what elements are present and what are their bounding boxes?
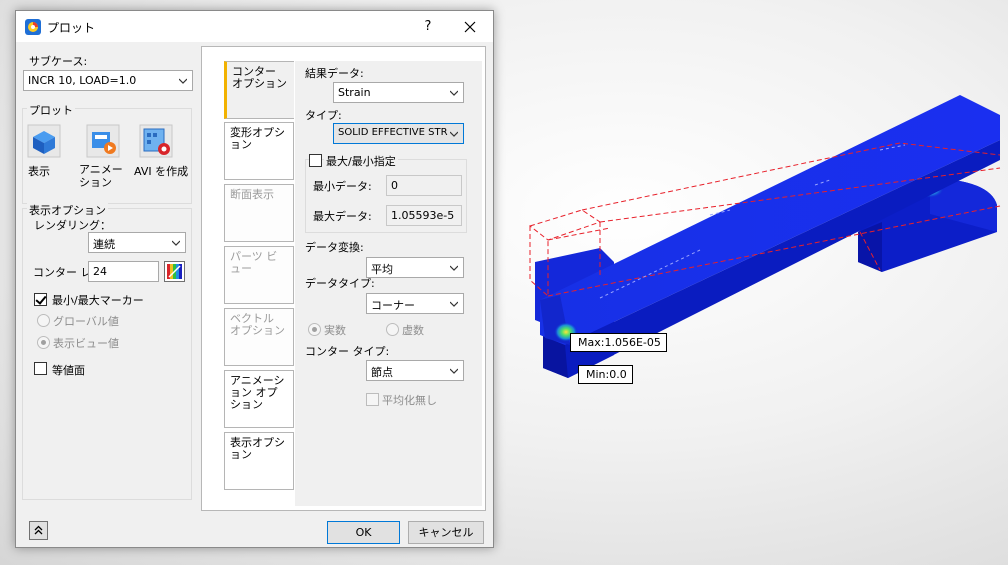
plot-group-title: プロット xyxy=(27,102,75,118)
help-button[interactable]: ? xyxy=(418,17,438,37)
contour-type-label: コンター タイプ: xyxy=(305,345,390,358)
tab-animation-options[interactable]: アニメーション オプション xyxy=(224,370,294,428)
isosurface-label: 等値面 xyxy=(52,364,85,377)
imag-label: 虚数 xyxy=(402,324,424,337)
create-avi-button[interactable] xyxy=(139,124,173,158)
minmax-marker-checkbox[interactable] xyxy=(34,293,47,306)
chevron-down-icon xyxy=(450,368,458,374)
display-icon xyxy=(27,124,61,158)
tab-animation-label: アニメーション オプション xyxy=(230,374,285,411)
contour-type-value: 節点 xyxy=(371,366,393,379)
type-value: SOLID EFFECTIVE STR xyxy=(338,127,448,138)
min-data-value: 0 xyxy=(391,179,398,192)
ok-button[interactable]: OK xyxy=(327,521,400,544)
min-data-label: 最小データ: xyxy=(313,180,372,193)
min-data-input[interactable]: 0 xyxy=(386,175,462,196)
type-select[interactable]: SOLID EFFECTIVE STR xyxy=(333,123,464,144)
chevron-down-icon xyxy=(179,78,187,84)
real-label: 実数 xyxy=(324,324,346,337)
result-data-label: 結果データ: xyxy=(305,67,364,80)
max-data-input[interactable]: 1.05593e-5 xyxy=(386,205,462,226)
subcase-label: サブケース: xyxy=(29,55,88,68)
imag-radio[interactable] xyxy=(386,323,399,336)
tab-vector-label: ベクトル オプション xyxy=(230,312,285,337)
tab-display-options[interactable]: 表示オプション xyxy=(224,432,294,490)
animation-icon xyxy=(86,124,120,158)
close-icon xyxy=(464,21,476,33)
plot-dialog: プロット ? サブケース: INCR 10, LOAD=1.0 プロット 表示 … xyxy=(15,10,494,548)
color-map-button[interactable] xyxy=(164,261,185,282)
contour-level-input[interactable]: 24 xyxy=(88,261,159,282)
avi-button-label: AVI を作成 xyxy=(134,165,189,178)
tab-contour-options[interactable]: コンター オプション xyxy=(224,61,294,119)
subcase-value: INCR 10, LOAD=1.0 xyxy=(28,74,137,87)
data-type-value: コーナー xyxy=(371,299,415,312)
tab-parts-label: パーツ ビュー xyxy=(230,250,278,275)
chevron-down-icon xyxy=(450,265,458,271)
subcase-select[interactable]: INCR 10, LOAD=1.0 xyxy=(23,70,193,91)
expand-button[interactable] xyxy=(29,521,48,540)
contour-options-page: 結果データ: Strain タイプ: SOLID EFFECTIVE STR 最… xyxy=(295,61,482,506)
global-value-label: グローバル値 xyxy=(53,315,119,328)
no-averaging-label: 平均化無し xyxy=(382,394,437,407)
title-bar[interactable]: プロット ? xyxy=(16,11,493,42)
chevron-down-icon xyxy=(450,301,458,307)
result-data-value: Strain xyxy=(338,86,371,99)
cancel-button[interactable]: キャンセル xyxy=(408,521,484,544)
dialog-title: プロット xyxy=(47,21,96,35)
contour-type-select[interactable]: 節点 xyxy=(366,360,464,381)
data-type-select[interactable]: コーナー xyxy=(366,293,464,314)
max-data-label: 最大データ: xyxy=(313,210,372,223)
close-button[interactable] xyxy=(460,17,480,37)
app-logo-icon xyxy=(25,19,41,35)
tab-contour-label: コンター オプション xyxy=(232,65,287,90)
animation-button[interactable] xyxy=(86,124,120,158)
data-transform-label: データ変換: xyxy=(305,241,364,254)
max-marker-label: Max:1.056E-05 xyxy=(570,333,667,352)
color-palette-icon xyxy=(164,261,185,282)
animation-button-label: アニメーション xyxy=(79,163,123,189)
tab-deform-label: 変形オプション xyxy=(230,126,285,151)
type-label: タイプ: xyxy=(305,109,342,122)
minmax-marker-label: 最小/最大マーカー xyxy=(52,294,144,307)
isosurface-checkbox[interactable] xyxy=(34,362,47,375)
max-data-value: 1.05593e-5 xyxy=(391,209,455,222)
tab-section-view[interactable]: 断面表示 xyxy=(224,184,294,242)
double-chevron-up-icon xyxy=(34,525,43,535)
display-view-value-label: 表示ビュー値 xyxy=(53,337,119,350)
data-transform-select[interactable]: 平均 xyxy=(366,257,464,278)
chevron-down-icon xyxy=(172,240,180,246)
options-tab-panel: コンター オプション 変形オプション 断面表示 パーツ ビュー ベクトル オプシ… xyxy=(201,46,486,511)
display-button[interactable] xyxy=(27,124,61,158)
tab-section-label: 断面表示 xyxy=(230,188,274,201)
tab-display-label: 表示オプション xyxy=(230,436,285,461)
no-averaging-checkbox[interactable] xyxy=(366,393,379,406)
global-value-radio[interactable] xyxy=(37,314,50,327)
data-type-label: データタイプ: xyxy=(305,277,375,290)
display-button-label: 表示 xyxy=(28,165,50,178)
rendering-select[interactable]: 連続 xyxy=(88,232,186,253)
contour-level-value: 24 xyxy=(93,265,107,278)
minmax-spec-label: 最大/最小指定 xyxy=(324,153,398,169)
display-view-value-radio[interactable] xyxy=(37,336,50,349)
avi-create-icon xyxy=(139,124,173,158)
chevron-down-icon xyxy=(450,90,458,96)
chevron-down-icon xyxy=(450,131,458,137)
tab-parts-view[interactable]: パーツ ビュー xyxy=(224,246,294,304)
rendering-value: 連続 xyxy=(93,238,115,251)
tab-deform-options[interactable]: 変形オプション xyxy=(224,122,294,180)
result-data-select[interactable]: Strain xyxy=(333,82,464,103)
minmax-spec-checkbox[interactable] xyxy=(309,154,322,167)
real-radio[interactable] xyxy=(308,323,321,336)
tab-vector-options[interactable]: ベクトル オプション xyxy=(224,308,294,366)
contour-level-label: コンター レ xyxy=(33,266,92,279)
min-marker-label: Min:0.0 xyxy=(578,365,633,384)
rendering-label: レンダリング： xyxy=(34,219,111,232)
display-options-title: 表示オプション xyxy=(27,202,108,218)
